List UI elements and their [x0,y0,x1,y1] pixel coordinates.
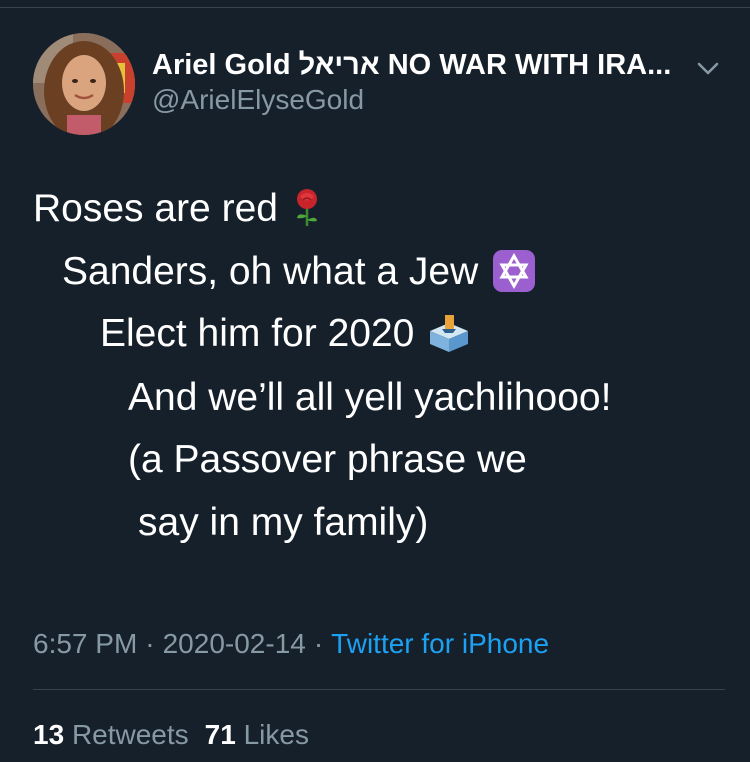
star-of-david-icon [492,249,536,293]
tweet-meta: 6:57 PM · 2020-02-14 · Twitter for iPhone [33,624,549,664]
retweets-count: 13 [33,719,65,750]
tweet-time[interactable]: 6:57 PM [33,628,137,659]
likes-label: Likes [243,719,309,750]
rose-icon [292,188,322,228]
likes-count: 71 [204,719,236,750]
avatar[interactable] [33,33,135,135]
tweet-line-text: Elect him for 2020 [100,312,415,355]
tweet-line-text: Roses are red [33,187,278,230]
user-handle[interactable]: @ArielElyseGold [152,82,364,118]
chevron-down-icon[interactable] [694,54,722,82]
avatar-photo-icon [33,33,135,135]
stats-divider [33,689,725,690]
tweet-line: Roses are red [33,184,322,234]
meta-separator: · [313,628,324,659]
tweet-line: Elect him for 2020 [100,309,470,359]
tweet-line: say in my family) [138,501,429,544]
tweet-line: (a Passover phrase we [128,438,527,481]
tweet-line-text: Sanders, oh what a Jew [62,250,479,293]
top-divider [0,7,750,8]
likes-stat[interactable]: 71 Likes [205,719,309,750]
display-name[interactable]: Ariel Gold אריאל NO WAR WITH IRA... [152,46,692,84]
retweets-stat[interactable]: 13 Retweets [33,719,189,750]
ballot-box-icon [428,313,470,353]
meta-separator: · [145,628,155,659]
tweet-stats: 13 Retweets 71 Likes [33,715,309,755]
tweet-line: Sanders, oh what a Jew [62,247,536,297]
retweets-label: Retweets [71,719,189,750]
tweet-date[interactable]: 2020-02-14 [163,628,306,659]
tweet-line: And we’ll all yell yachlihooo! [128,376,612,419]
tweet-source-link[interactable]: Twitter for iPhone [331,628,549,659]
